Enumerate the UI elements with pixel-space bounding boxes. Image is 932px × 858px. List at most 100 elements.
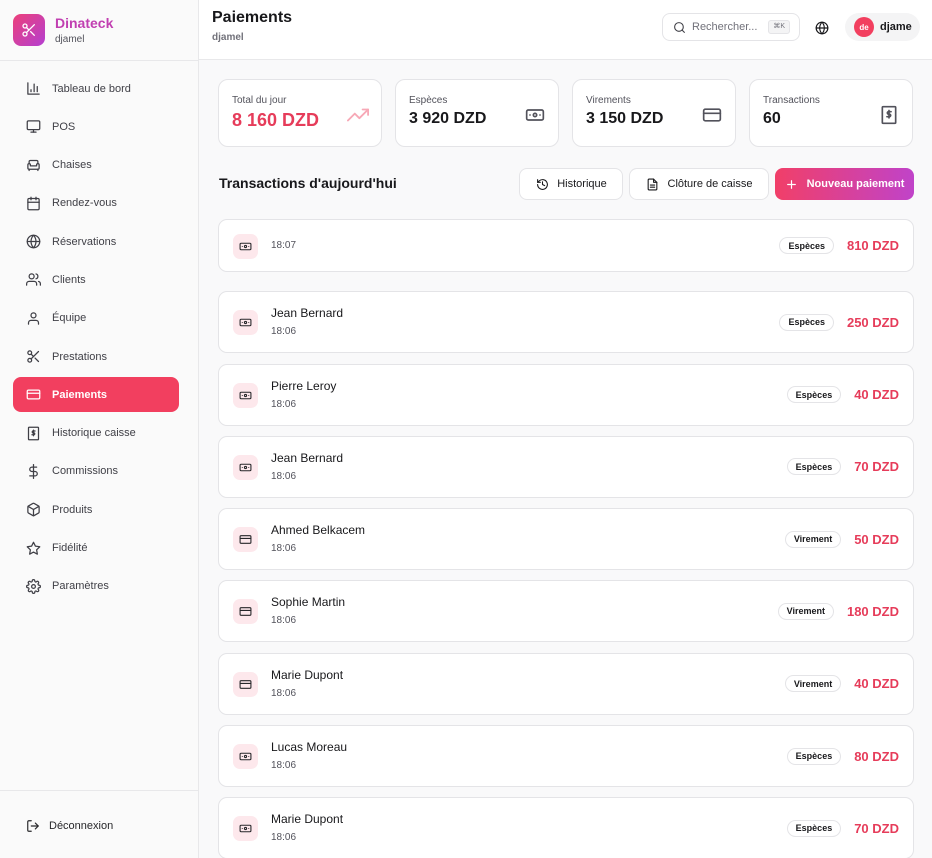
sidebar-item-fidelite[interactable]: Fidélité [13,531,179,566]
page-subtitle: djamel [212,32,244,43]
sidebar-item-label: Commissions [52,465,119,478]
logout-label: Déconnexion [49,820,114,832]
transaction-row[interactable]: Jean Bernard 18:06 Espèces 250 DZD [218,291,914,354]
history-icon [535,177,549,191]
sidebar: Dinateck djamel Tableau de bord POS Chai… [0,0,199,858]
transaction-row[interactable]: Marie Dupont 18:06 Virement 40 DZD [218,652,914,715]
sidebar-item-label: Chaises [52,159,92,172]
transaction-time: 18:06 [271,687,297,699]
avatar: de [854,17,874,37]
payment-method-badge: Espèces [786,819,842,837]
sidebar-item-equipe[interactable]: Équipe [13,301,179,336]
search-input[interactable]: Rechercher... ⌘K [662,13,800,41]
sidebar-item-label: POS [52,120,76,133]
package-icon [25,502,41,518]
transaction-amount: 40 DZD [854,387,899,403]
new-payment-button[interactable]: Nouveau paiement [775,168,914,200]
transaction-row[interactable]: Sophie Martin 18:06 Virement 180 DZD [218,580,914,643]
sidebar-item-label: Rendez-vous [52,197,117,210]
sidebar-item-historique-caisse[interactable]: Historique caisse [13,416,179,451]
transactions-list: 18:07 Espèces 810 DZD Jean Bernard 18:06… [218,219,914,858]
transaction-amount: 250 DZD [846,314,899,330]
sidebar-item-label: Fidélité [52,542,88,555]
user-menu[interactable]: de djame [845,13,920,41]
transaction-amount: 810 DZD [846,238,899,253]
banknote-icon [233,310,258,336]
payment-method-badge: Espèces [786,386,842,404]
credit-card-icon [233,527,258,553]
transaction-time: 18:06 [271,543,297,555]
transaction-amount: 70 DZD [854,820,899,836]
transaction-time: 18:06 [271,832,297,844]
transaction-row[interactable]: Ahmed Belkacem 18:06 Virement 50 DZD [218,508,914,571]
transaction-amount: 50 DZD [854,531,899,547]
dollar-icon [25,463,41,479]
sidebar-item-label: Prestations [52,350,108,363]
language-globe-icon[interactable] [812,18,832,38]
sidebar-item-rendez-vous[interactable]: Rendez-vous [13,186,179,221]
history-button[interactable]: Historique [519,168,623,200]
sidebar-item-label: Équipe [52,312,87,325]
payment-method-badge: Espèces [786,747,842,765]
banknote-icon [233,816,258,842]
transaction-row[interactable]: Lucas Moreau 18:06 Espèces 80 DZD [218,725,914,788]
close-register-button[interactable]: Clôture de caisse [629,168,769,200]
history-label: Historique [557,178,607,190]
transaction-client: Marie Dupont [271,812,344,827]
credit-card-icon [701,104,723,126]
payment-method-badge: Virement [784,675,842,693]
sidebar-item-label: Tableau de bord [52,82,131,95]
calendar-icon [25,195,41,211]
section-title: Transactions d'aujourd'hui [219,175,397,191]
sidebar-item-commissions[interactable]: Commissions [13,454,179,489]
transaction-time: 18:06 [271,398,297,410]
sidebar-item-produits[interactable]: Produits [13,492,179,527]
transaction-row[interactable]: 18:07 Espèces 810 DZD [218,219,914,272]
sidebar-item-label: Clients [52,273,86,286]
sidebar-item-clients[interactable]: Clients [13,262,179,297]
sidebar-divider [0,60,198,61]
transaction-client: Lucas Moreau [271,740,348,755]
transaction-row[interactable]: Marie Dupont 18:06 Espèces 70 DZD [218,797,914,858]
logout-icon [25,818,41,834]
transaction-time: 18:06 [271,326,297,338]
user-icon [25,310,41,326]
transaction-time: 18:06 [271,615,297,627]
sidebar-item-label: Produits [52,503,93,516]
credit-card-icon [25,387,41,403]
stat-card-especes: Espèces 3 920 DZD [395,79,559,147]
sidebar-item-prestations[interactable]: Prestations [13,339,179,374]
brand[interactable]: Dinateck djamel [13,14,113,46]
sidebar-nav: Tableau de bord POS Chaises Rendez-vous … [13,71,179,607]
stat-card-virements: Virements 3 150 DZD [572,79,736,147]
credit-card-icon [233,599,258,625]
sidebar-item-label: Paramètres [52,580,109,593]
transaction-row[interactable]: Jean Bernard 18:06 Espèces 70 DZD [218,435,914,498]
banknote-icon [233,382,258,408]
stat-card-transactions: Transactions 60 [749,79,913,147]
transaction-amount: 180 DZD [846,603,899,619]
transaction-row[interactable]: Pierre Leroy 18:06 Espèces 40 DZD [218,363,914,426]
payment-method-badge: Virement [784,530,842,548]
new-payment-label: Nouveau paiement [806,178,905,190]
search-shortcut: ⌘K [768,20,790,34]
users-icon [25,272,41,288]
sidebar-item-tableau-de-bord[interactable]: Tableau de bord [13,71,179,106]
sidebar-divider [0,790,198,791]
trending-up-icon [347,104,369,126]
banknote-icon [524,104,546,126]
sidebar-item-chaises[interactable]: Chaises [13,148,179,183]
brand-subtitle: djamel [55,33,85,45]
logout-button[interactable]: Déconnexion [13,810,179,842]
sidebar-item-pos[interactable]: POS [13,109,179,144]
plus-icon [785,177,799,191]
sidebar-item-reservations[interactable]: Réservations [13,224,179,259]
monitor-icon [25,119,41,135]
transaction-time: 18:06 [271,470,297,482]
transaction-client: Marie Dupont [271,667,344,682]
sidebar-item-parametres[interactable]: Paramètres [13,569,179,604]
transaction-client: Pierre Leroy [271,378,337,393]
sidebar-item-paiements[interactable]: Paiements [13,377,179,413]
globe-icon [25,234,41,250]
receipt-icon [878,104,900,126]
